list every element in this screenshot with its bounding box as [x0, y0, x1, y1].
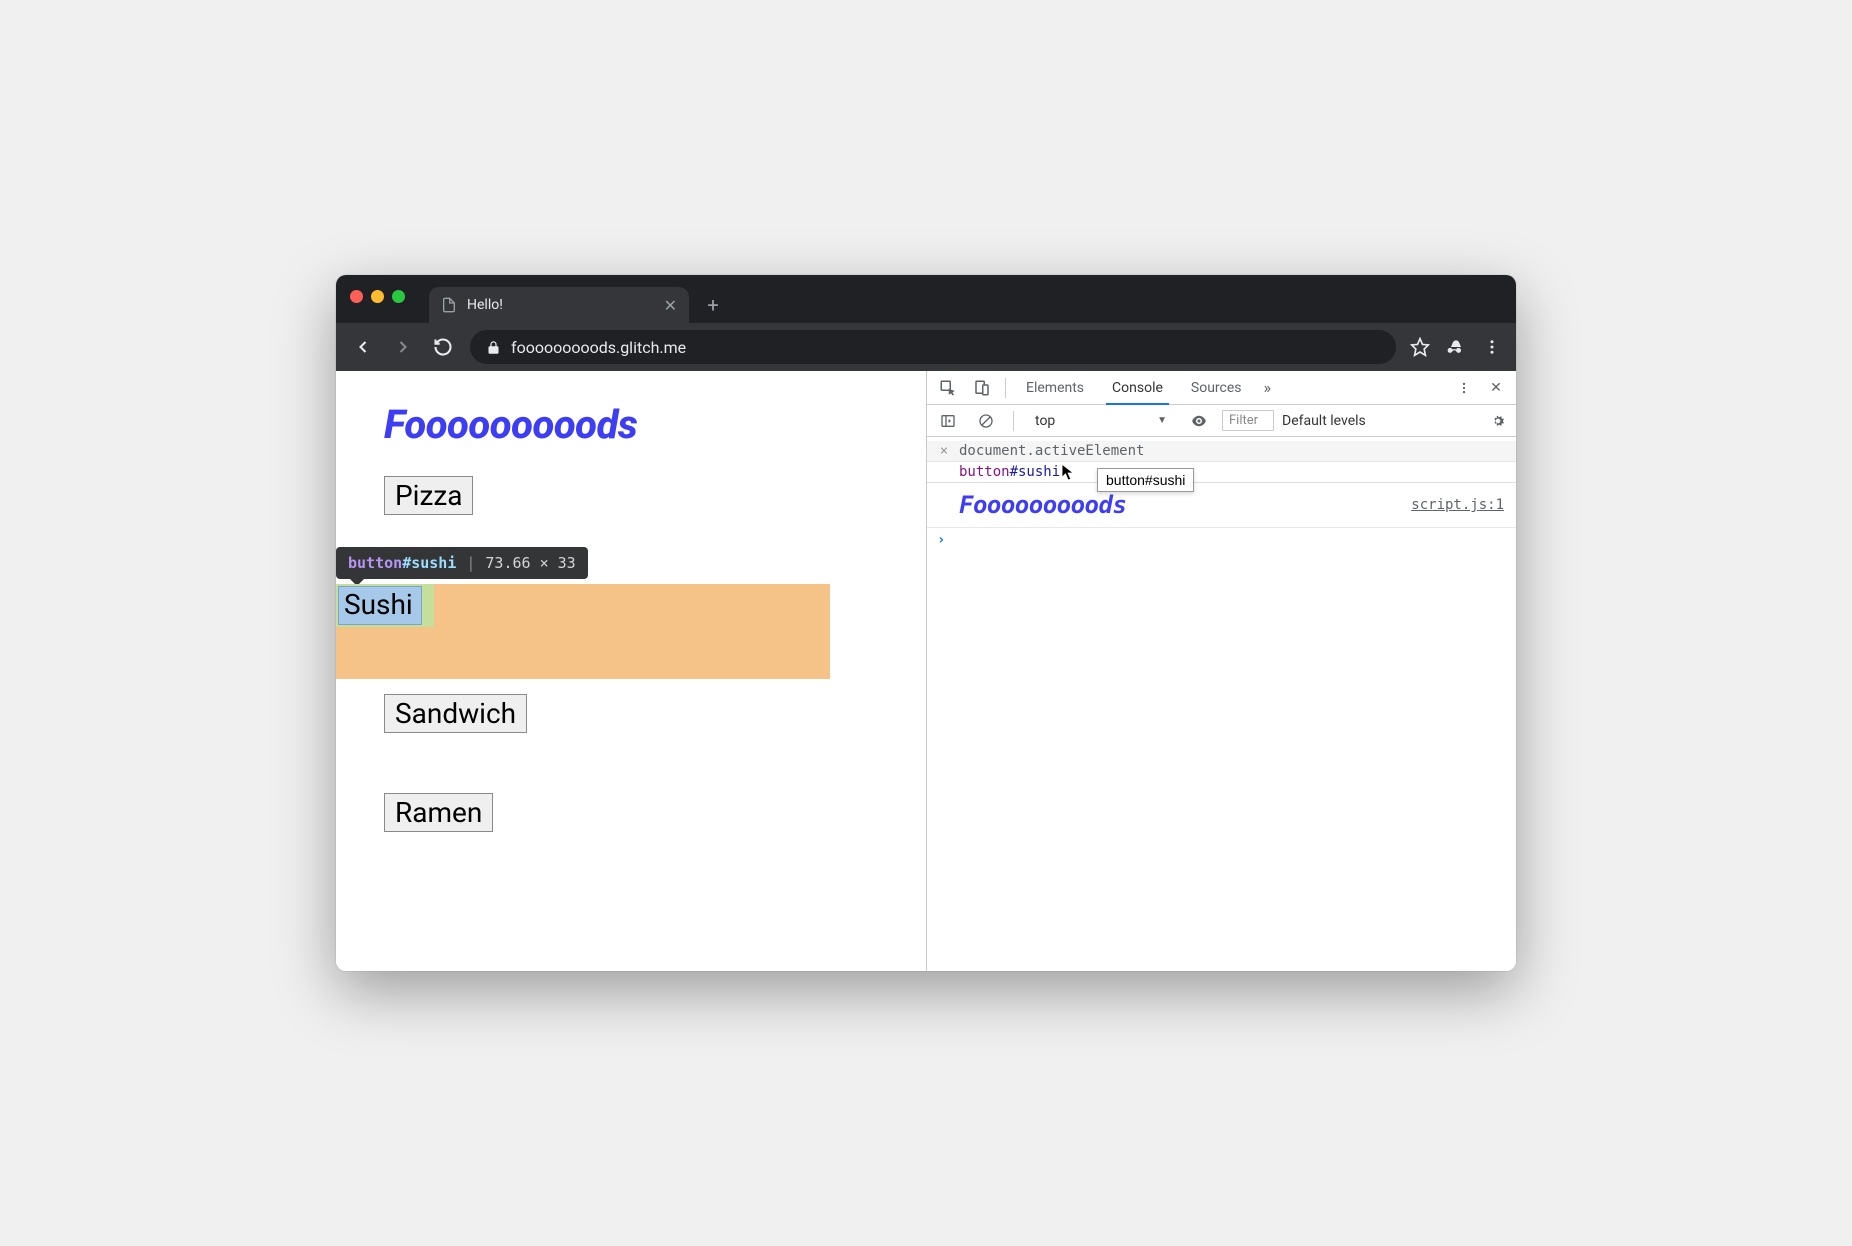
clear-console-icon[interactable] [971, 406, 1001, 436]
mouse-cursor-icon [1062, 464, 1076, 482]
devtools-close-icon[interactable]: ✕ [1482, 371, 1510, 404]
lock-icon [486, 340, 501, 355]
incognito-icon[interactable] [1446, 337, 1466, 357]
console-settings-icon[interactable] [1486, 413, 1510, 429]
menu-icon[interactable] [1482, 337, 1502, 357]
minimize-window-button[interactable] [371, 290, 384, 303]
console-log-row: Fooooooooods script.js:1 [927, 483, 1516, 528]
web-page: Fooooooooods Pizza button#sushi | 73.66 … [336, 371, 926, 971]
browser-window: Hello! ✕ + fooooooooods.glitch.me [336, 275, 1516, 971]
tooltip-selector: button#sushi [348, 554, 456, 572]
live-expression-icon[interactable] [1184, 406, 1214, 436]
food-button-ramen[interactable]: Ramen [384, 793, 493, 832]
content-area: Fooooooooods Pizza button#sushi | 73.66 … [336, 371, 1516, 971]
highlighted-button-label[interactable]: Sushi [344, 588, 413, 621]
food-button-sandwich[interactable]: Sandwich [384, 694, 527, 733]
dropdown-arrow-icon: ▼ [1157, 415, 1167, 426]
tab-console[interactable]: Console [1100, 371, 1175, 404]
window-titlebar: Hello! ✕ + [336, 275, 1516, 323]
back-button[interactable] [350, 334, 376, 360]
tooltip-dimensions: 73.66 × 33 [485, 554, 575, 572]
tab-sources[interactable]: Sources [1179, 371, 1254, 404]
close-window-button[interactable] [350, 290, 363, 303]
file-icon [441, 297, 457, 313]
devtools-tabs: Elements Console Sources » ✕ [927, 371, 1516, 405]
url-box[interactable]: fooooooooods.glitch.me [470, 330, 1396, 364]
hover-tooltip: button#sushi [1097, 468, 1194, 492]
star-icon[interactable] [1410, 337, 1430, 357]
window-controls [350, 290, 405, 303]
console-body[interactable]: × document.activeElement button#sushi bu… [927, 437, 1516, 971]
log-source-link[interactable]: script.js:1 [1411, 497, 1504, 513]
eval-result-row[interactable]: button#sushi button#sushi [927, 462, 1516, 483]
forward-button[interactable] [390, 334, 416, 360]
tab-elements[interactable]: Elements [1014, 371, 1096, 404]
device-toolbar-icon[interactable] [967, 373, 997, 403]
page-heading: Fooooooooods [384, 401, 878, 448]
more-tabs-icon[interactable]: » [1258, 378, 1278, 397]
tab-strip: Hello! ✕ + [429, 275, 1516, 323]
console-toolbar: top ▼ Filter Default levels [927, 405, 1516, 437]
close-tab-icon[interactable]: ✕ [664, 296, 677, 315]
log-levels-selector[interactable]: Default levels [1282, 413, 1366, 429]
console-sidebar-toggle-icon[interactable] [933, 406, 963, 436]
filter-input[interactable]: Filter [1222, 410, 1274, 431]
tab-title: Hello! [467, 297, 654, 313]
collapse-icon[interactable]: × [937, 443, 951, 459]
maximize-window-button[interactable] [392, 290, 405, 303]
log-message: Fooooooooods [959, 491, 1126, 519]
food-button-pizza[interactable]: Pizza [384, 476, 473, 515]
devtools-menu-icon[interactable] [1450, 371, 1478, 404]
url-text: fooooooooods.glitch.me [511, 338, 686, 357]
browser-tab[interactable]: Hello! ✕ [429, 287, 689, 323]
inspect-element-icon[interactable] [933, 373, 963, 403]
reload-button[interactable] [430, 334, 456, 360]
address-bar-icons [1410, 337, 1502, 357]
address-bar: fooooooooods.glitch.me [336, 323, 1516, 371]
context-selector[interactable]: top ▼ [1026, 410, 1176, 432]
eval-expression-row: × document.activeElement [927, 441, 1516, 462]
eval-expression: document.activeElement [959, 443, 1144, 459]
console-prompt[interactable]: › [927, 528, 1516, 552]
new-tab-button[interactable]: + [699, 291, 727, 319]
devtools-panel: Elements Console Sources » ✕ [926, 371, 1516, 971]
inspect-tooltip: button#sushi | 73.66 × 33 [336, 547, 588, 579]
